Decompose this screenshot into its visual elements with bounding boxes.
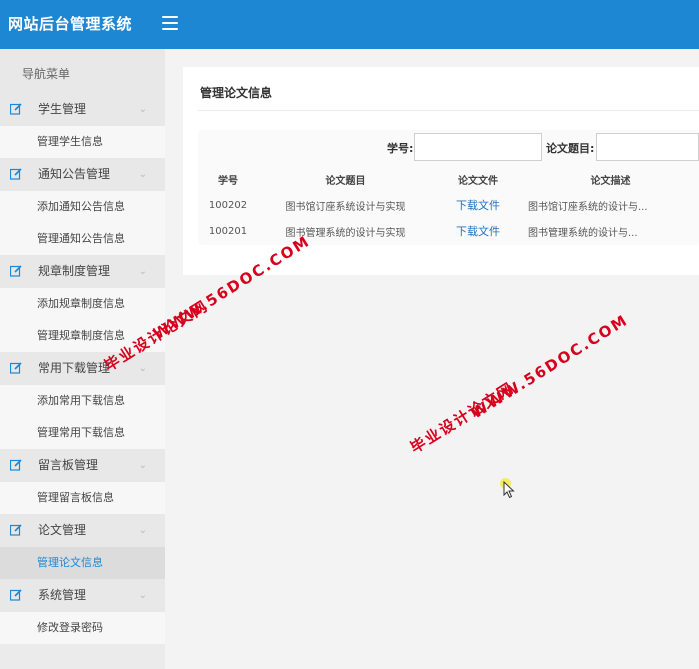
download-file-link[interactable]: 下载文件: [433, 192, 523, 218]
sidebar-item[interactable]: 管理论文信息: [0, 547, 165, 579]
sidebar-group-1[interactable]: 通知公告管理 ⌄: [0, 158, 165, 191]
sidebar-item[interactable]: 修改登录密码: [0, 612, 165, 644]
edit-icon: [10, 103, 22, 115]
thesis-title-label: 论文题目:: [546, 142, 595, 155]
sidebar-title: 导航菜单: [0, 49, 165, 93]
sidebar-group-label: 系统管理: [38, 588, 87, 602]
table-cell: 100202: [208, 199, 248, 211]
sidebar-item[interactable]: 管理留言板信息: [0, 482, 165, 514]
mouse-pointer-icon: [503, 481, 515, 499]
sidebar-group-0[interactable]: 学生管理 ⌄: [0, 93, 165, 126]
watermark-url-2: WWW.56DOC.COM: [468, 310, 632, 423]
sidebar-group-label: 学生管理: [38, 102, 87, 116]
column-header: 论文题目: [325, 175, 366, 187]
edit-icon: [10, 524, 22, 536]
table-cell: 图书管理系统的设计与...: [528, 227, 638, 239]
app-title: 网站后台管理系统: [8, 15, 133, 33]
edit-icon: [10, 459, 22, 471]
chevron-down-icon: ⌄: [138, 169, 147, 180]
chevron-down-icon: ⌄: [138, 460, 147, 471]
sidebar-group-2[interactable]: 规章制度管理 ⌄: [0, 255, 165, 288]
sidebar-nav: 导航菜单 学生管理 ⌄ 管理学生信息 通知公告管理 ⌄ 添加通知公告信息 管理通知公告信息规…: [0, 49, 165, 669]
thesis-table: 学号 论文题目 论文文件 论文描述 100202 图书馆订座系统设计与实现 下载文件 图书馆…: [198, 166, 693, 244]
chevron-down-icon: ⌄: [138, 104, 147, 115]
sidebar-item[interactable]: 管理学生信息: [0, 126, 165, 158]
sidebar-group-label: 常用下载管理: [38, 361, 111, 375]
download-file-link[interactable]: 下载文件: [433, 218, 523, 244]
column-header: 论文描述: [590, 175, 631, 187]
sidebar-group-label: 论文管理: [38, 523, 87, 537]
edit-icon: [10, 168, 22, 180]
edit-icon: [10, 362, 22, 374]
student-id-input[interactable]: [414, 133, 542, 161]
page-title: 管理论文信息: [200, 86, 273, 100]
chevron-down-icon: ⌄: [138, 525, 147, 536]
table-row: 100202 图书馆订座系统设计与实现 下载文件 图书馆订座系统的设计与...: [198, 192, 693, 218]
hamburger-menu-icon[interactable]: [162, 16, 178, 30]
title-divider: [198, 110, 699, 111]
sidebar-group-label: 通知公告管理: [38, 167, 111, 181]
sidebar-item[interactable]: 添加通知公告信息: [0, 191, 165, 223]
sidebar-group-label: 留言板管理: [38, 458, 99, 472]
sidebar-group-label: 规章制度管理: [38, 264, 111, 278]
table-cell: 图书馆订座系统设计与实现: [285, 201, 406, 213]
sidebar-item[interactable]: 管理通知公告信息: [0, 223, 165, 255]
table-row: 100201 图书管理系统的设计与实现 下载文件 图书管理系统的设计与...: [198, 218, 693, 244]
sidebar-item[interactable]: 管理常用下载信息: [0, 417, 165, 449]
chevron-down-icon: ⌄: [138, 266, 147, 277]
main-panel: 管理论文信息 学号: 论文题目: 学号 论文题目 论文文件 论文描述 100202 图书…: [183, 67, 699, 275]
sidebar-item[interactable]: 添加常用下载信息: [0, 385, 165, 417]
column-header: 学号: [218, 175, 238, 187]
chevron-down-icon: ⌄: [138, 590, 147, 601]
thesis-title-input[interactable]: [596, 133, 699, 161]
sidebar-group-4[interactable]: 留言板管理 ⌄: [0, 449, 165, 482]
top-header-bar: 网站后台管理系统: [0, 0, 699, 49]
sidebar-group-6[interactable]: 系统管理 ⌄: [0, 579, 165, 612]
table-cell: 图书馆订座系统的设计与...: [528, 201, 648, 213]
table-cell: 100201: [208, 225, 248, 237]
column-header: 论文文件: [458, 175, 498, 187]
sidebar-group-5[interactable]: 论文管理 ⌄: [0, 514, 165, 547]
student-id-label: 学号:: [387, 142, 414, 155]
edit-icon: [10, 589, 22, 601]
edit-icon: [10, 265, 22, 277]
sidebar-item[interactable]: 添加规章制度信息: [0, 288, 165, 320]
table-cell: 图书管理系统的设计与实现: [285, 227, 406, 239]
